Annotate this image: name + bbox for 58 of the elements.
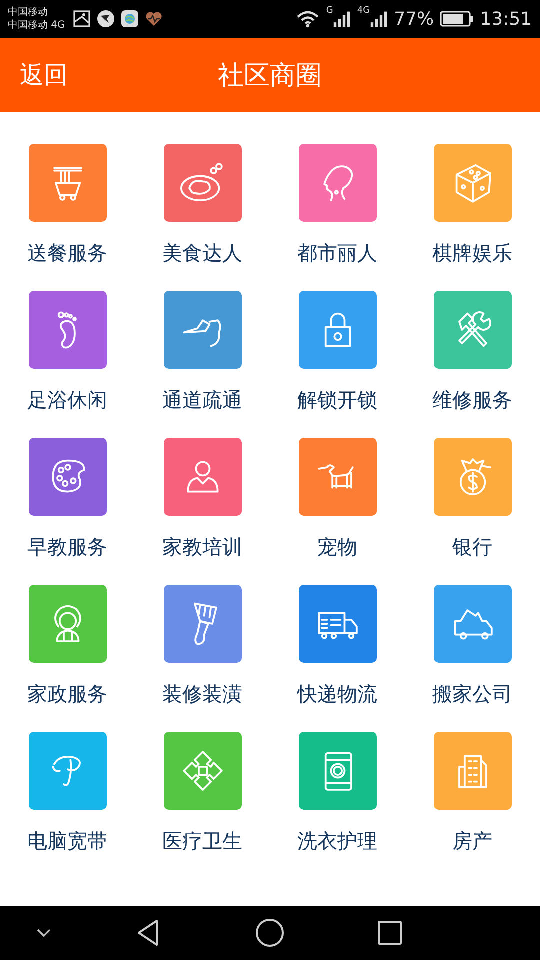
service-label: 足浴休闲 — [28, 387, 108, 414]
signal-icon — [370, 10, 388, 28]
service-label: 送餐服务 — [28, 240, 108, 267]
service-tile[interactable] — [298, 732, 376, 810]
service-tile[interactable] — [434, 291, 512, 369]
back-button[interactable]: 返回 — [12, 55, 76, 95]
service-tile[interactable] — [434, 732, 512, 810]
service-label: 银行 — [452, 534, 492, 561]
clock-time: 13:51 — [480, 8, 532, 30]
service-label: 解锁开锁 — [298, 387, 378, 414]
signal-icon — [333, 10, 352, 28]
service-tile[interactable] — [28, 291, 106, 369]
carrier-name: 中国移动 4G — [8, 19, 66, 32]
service-label: 洗衣护理 — [298, 828, 378, 855]
network-label: G — [326, 6, 334, 16]
service-label: 房产 — [452, 828, 492, 855]
service-label: 电脑宽带 — [28, 828, 108, 855]
service-tile[interactable] — [164, 585, 242, 663]
service-label: 都市丽人 — [298, 240, 378, 267]
service-label: 通道疏通 — [162, 387, 242, 414]
heart-icon — [145, 10, 164, 28]
service-label: 早教服务 — [28, 534, 108, 561]
service-tile[interactable] — [164, 291, 242, 369]
service-label: 美食达人 — [162, 240, 242, 267]
service-label: 维修服务 — [432, 387, 512, 414]
home-circle-icon[interactable] — [255, 918, 285, 948]
service-tile[interactable] — [28, 438, 106, 516]
service-tile[interactable] — [434, 438, 512, 516]
service-label: 棋牌娱乐 — [432, 240, 512, 267]
network-label: 4G — [357, 6, 370, 16]
page-title: 社区商圈 — [218, 60, 322, 92]
image-icon — [73, 10, 92, 28]
service-tile[interactable] — [298, 438, 376, 516]
service-tile[interactable] — [28, 144, 106, 222]
battery-percent: 77% — [394, 8, 434, 30]
service-label: 医疗卫生 — [162, 828, 242, 855]
wifi-icon — [296, 10, 320, 28]
service-tile[interactable] — [164, 732, 242, 810]
recents-square-icon[interactable] — [375, 918, 405, 948]
globe-icon — [121, 10, 140, 28]
service-tile[interactable] — [434, 585, 512, 663]
service-label: 搬家公司 — [432, 681, 512, 708]
service-tile[interactable] — [298, 585, 376, 663]
battery-icon — [440, 11, 474, 27]
service-label: 宠物 — [318, 534, 358, 561]
carrier-name: 中国移动 — [8, 6, 49, 19]
service-tile[interactable] — [164, 438, 242, 516]
service-tile[interactable] — [434, 144, 512, 222]
service-label: 装修装潢 — [162, 681, 242, 708]
service-label: 快递物流 — [298, 681, 378, 708]
service-tile[interactable] — [28, 585, 106, 663]
chevron-down-icon[interactable] — [37, 929, 51, 937]
service-label: 家政服务 — [28, 681, 108, 708]
service-tile[interactable] — [298, 144, 376, 222]
service-tile[interactable] — [164, 144, 242, 222]
service-tile[interactable] — [28, 732, 106, 810]
service-label: 家教培训 — [162, 534, 242, 561]
service-tile[interactable] — [298, 291, 376, 369]
